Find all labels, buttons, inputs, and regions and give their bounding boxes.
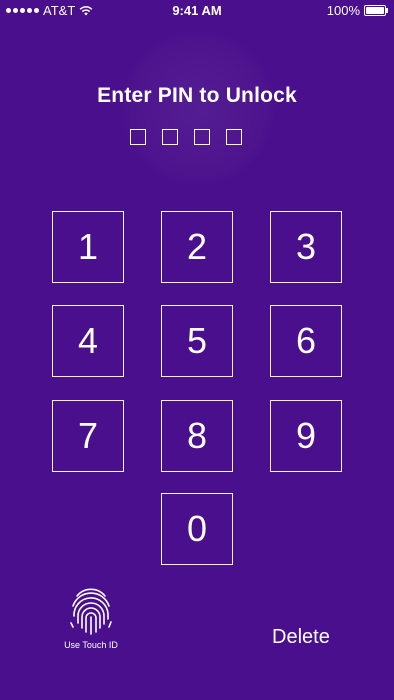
key-1-button[interactable]: 1 [52, 211, 124, 283]
pin-slot [130, 129, 146, 145]
background-glow [118, 28, 278, 188]
pin-slot [162, 129, 178, 145]
status-right: 100% [326, 3, 388, 18]
key-4-button[interactable]: 4 [52, 305, 124, 377]
key-3-button[interactable]: 3 [270, 211, 342, 283]
touch-id-button[interactable]: Use Touch ID [56, 586, 126, 650]
pin-indicator [130, 129, 242, 145]
delete-button[interactable]: Delete [272, 626, 330, 649]
key-5-button[interactable]: 5 [161, 305, 233, 377]
key-9-button[interactable]: 9 [270, 400, 342, 472]
touch-id-label: Use Touch ID [64, 640, 118, 650]
pin-slot [194, 129, 210, 145]
battery-percent: 100% [326, 3, 360, 18]
battery-icon [364, 5, 388, 16]
key-2-button[interactable]: 2 [161, 211, 233, 283]
key-7-button[interactable]: 7 [52, 400, 124, 472]
key-0-button[interactable]: 0 [161, 493, 233, 565]
fingerprint-icon [70, 588, 112, 635]
key-8-button[interactable]: 8 [161, 400, 233, 472]
status-bar: AT&T 9:41 AM 100% [0, 0, 394, 20]
pin-slot [226, 129, 242, 145]
key-6-button[interactable]: 6 [270, 305, 342, 377]
page-title: Enter PIN to Unlock [97, 84, 297, 107]
